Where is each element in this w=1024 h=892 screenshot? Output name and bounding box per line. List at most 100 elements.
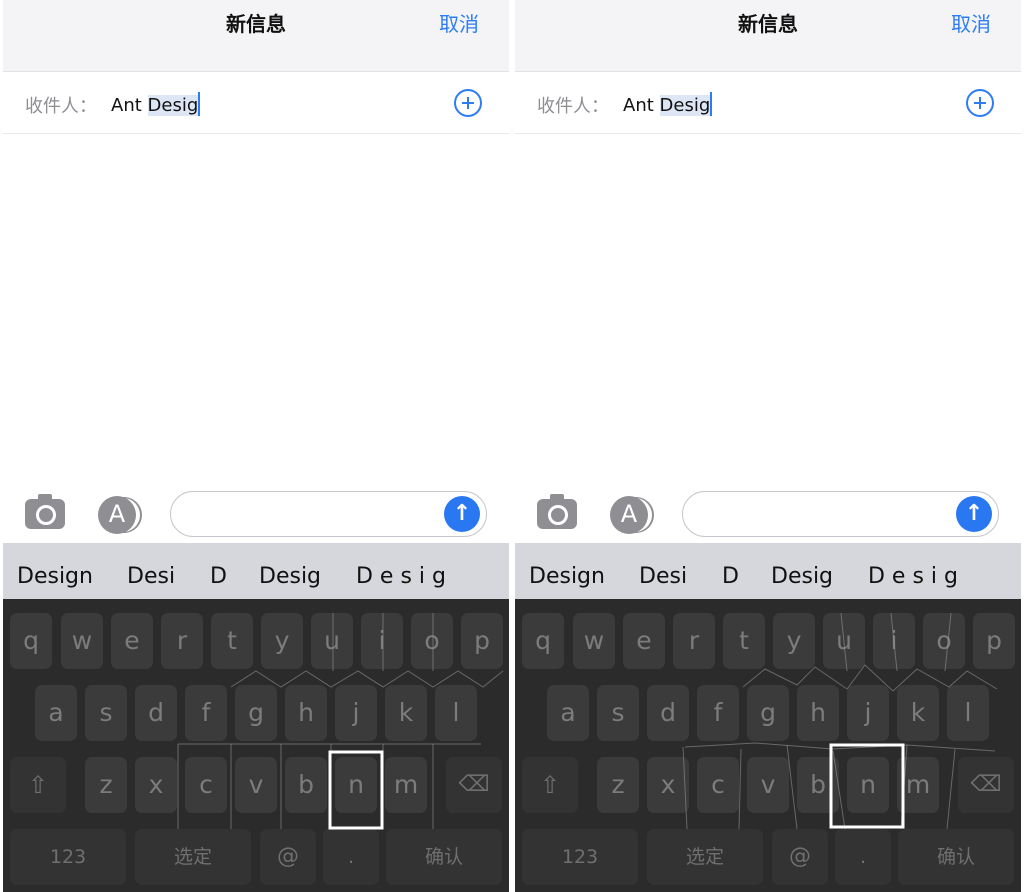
suggestion-item[interactable]: D [722,564,739,589]
numbers-key[interactable]: 123 [10,829,126,885]
key-s[interactable]: s [85,685,127,741]
key-h[interactable]: h [797,685,839,741]
key-q[interactable]: q [522,613,564,669]
suggestion-item[interactable]: Desi [127,564,175,589]
key-s[interactable]: s [597,685,639,741]
appstore-icon[interactable]: A [610,496,648,534]
key-o[interactable]: o [411,613,453,669]
key-z[interactable]: z [85,757,127,813]
confirm-key[interactable]: 确认 [386,829,502,885]
key-k[interactable]: k [897,685,939,741]
suggestion-item[interactable]: Desig [771,564,833,589]
key-v[interactable]: v [235,757,277,813]
backspace-key[interactable]: ⌫ [958,757,1014,813]
key-i[interactable]: i [873,613,915,669]
suggestion-item[interactable]: D e s i g [868,564,958,589]
shift-key[interactable]: ⇧ [522,757,578,813]
key-k[interactable]: k [385,685,427,741]
suggestion-item[interactable]: Design [17,564,93,589]
recipient-row[interactable]: 收件人： Ant Desig [3,72,509,134]
at-key[interactable]: @ [772,829,828,885]
key-b[interactable]: b [285,757,327,813]
camera-icon[interactable] [537,494,577,529]
key-b[interactable]: b [797,757,839,813]
suggestion-item[interactable]: Desig [259,564,321,589]
shift-icon: ⇧ [27,771,49,799]
key-r[interactable]: r [161,613,203,669]
key-d[interactable]: d [135,685,177,741]
key-x[interactable]: x [647,757,689,813]
suggestion-item[interactable]: D [210,564,227,589]
key-i[interactable]: i [361,613,403,669]
message-composer: A ↑ [3,485,509,543]
key-d[interactable]: d [647,685,689,741]
recipient-input[interactable]: Ant Desig [111,92,201,116]
key-f[interactable]: f [697,685,739,741]
key-g[interactable]: g [235,685,277,741]
message-input[interactable] [682,491,999,537]
key-o[interactable]: o [923,613,965,669]
add-recipient-icon[interactable] [966,89,994,117]
key-f[interactable]: f [185,685,227,741]
message-composer: A ↑ [515,485,1021,543]
key-h[interactable]: h [285,685,327,741]
suggestion-item[interactable]: Design [529,564,605,589]
select-key[interactable]: 选定 [135,829,251,885]
key-y[interactable]: y [261,613,303,669]
key-p[interactable]: p [973,613,1015,669]
send-button[interactable]: ↑ [956,496,992,532]
key-c[interactable]: c [185,757,227,813]
shift-key[interactable]: ⇧ [10,757,66,813]
key-j[interactable]: j [335,685,377,741]
key-n[interactable]: n [335,757,377,813]
key-y[interactable]: y [773,613,815,669]
confirm-key[interactable]: 确认 [898,829,1014,885]
key-l[interactable]: l [435,685,477,741]
select-key[interactable]: 选定 [647,829,763,885]
recipient-row[interactable]: 收件人： Ant Desig [515,72,1021,134]
at-key[interactable]: @ [260,829,316,885]
add-recipient-icon[interactable] [454,89,482,117]
camera-icon[interactable] [25,494,65,529]
key-m[interactable]: m [897,757,939,813]
message-input[interactable] [170,491,487,537]
recipient-label: 收件人： [25,96,97,117]
key-r[interactable]: r [673,613,715,669]
key-j[interactable]: j [847,685,889,741]
key-t[interactable]: t [723,613,765,669]
period-key[interactable]: . [835,829,891,885]
key-x[interactable]: x [135,757,177,813]
period-key[interactable]: . [323,829,379,885]
recipient-marked-text: Desig [147,95,199,116]
suggestion-item[interactable]: D e s i g [356,564,446,589]
key-m[interactable]: m [385,757,427,813]
backspace-key[interactable]: ⌫ [446,757,502,813]
key-l[interactable]: l [947,685,989,741]
key-w[interactable]: w [573,613,615,669]
appstore-icon[interactable]: A [98,496,136,534]
numbers-key[interactable]: 123 [522,829,638,885]
key-e[interactable]: e [623,613,665,669]
recipient-input[interactable]: Ant Desig [623,92,713,116]
send-button[interactable]: ↑ [444,496,480,532]
cancel-button[interactable]: 取消 [439,8,479,37]
suggestion-item[interactable]: Desi [639,564,687,589]
send-arrow-icon: ↑ [964,501,984,526]
page-title: 新信息 [226,12,286,36]
key-q[interactable]: q [10,613,52,669]
key-z[interactable]: z [597,757,639,813]
key-w[interactable]: w [61,613,103,669]
key-c[interactable]: c [697,757,739,813]
key-g[interactable]: g [747,685,789,741]
key-n[interactable]: n [847,757,889,813]
key-u[interactable]: u [823,613,865,669]
key-v[interactable]: v [747,757,789,813]
key-u[interactable]: u [311,613,353,669]
key-a[interactable]: a [35,685,77,741]
key-a[interactable]: a [547,685,589,741]
cancel-button[interactable]: 取消 [951,8,991,37]
key-p[interactable]: p [461,613,503,669]
shift-icon: ⇧ [539,771,561,799]
key-t[interactable]: t [211,613,253,669]
key-e[interactable]: e [111,613,153,669]
